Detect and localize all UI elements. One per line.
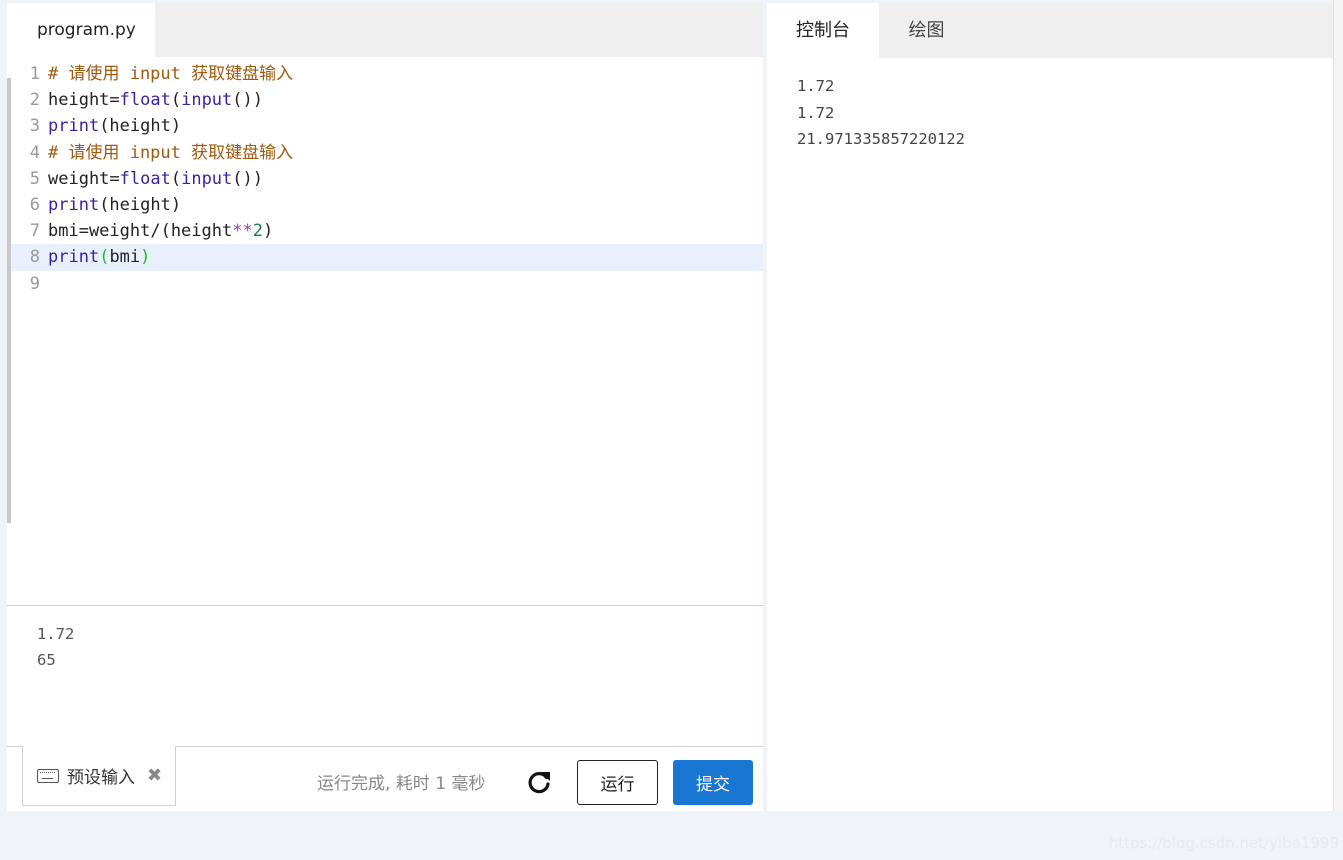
code-token: ) (262, 221, 274, 242)
code-token: print (48, 247, 100, 268)
code-text: height=float(input()) (48, 87, 263, 113)
editor-tabbar: program.py (7, 3, 763, 57)
run-button[interactable]: 运行 (577, 760, 658, 805)
code-text: print(bmi) (48, 244, 150, 270)
line-number: 6 (29, 194, 40, 215)
close-icon[interactable]: ✖ (147, 765, 162, 786)
code-token: ()) (232, 168, 263, 189)
console-line: 21.971335857220122 (797, 130, 965, 148)
line-number: 9 (29, 273, 40, 294)
preset-input-line: 65 (37, 651, 56, 669)
keyboard-icon (37, 768, 59, 783)
tab-drawing[interactable]: 绘图 (879, 3, 974, 58)
code-token: # 请使用 input 获取键盘输入 (48, 142, 294, 163)
refresh-icon[interactable] (525, 768, 553, 796)
code-token: input (181, 168, 233, 189)
page-scrollbar[interactable] (1333, 0, 1343, 811)
code-text: # 请使用 input 获取键盘输入 (48, 140, 293, 166)
code-token: (height) (99, 194, 182, 215)
code-editor[interactable]: 1 # 请使用 input 获取键盘输入 2 height=float(input()… (7, 61, 763, 605)
console-tabbar: 控制台 绘图 (767, 3, 1333, 58)
code-text: bmi=weight/(height**2) (48, 218, 273, 244)
code-token: input (181, 90, 233, 111)
console-output: 1.72 1.72 21.971335857220122 (797, 73, 965, 153)
code-line[interactable]: 3 print(height) (7, 113, 763, 139)
submit-button[interactable]: 提交 (673, 760, 753, 805)
code-token: (height) (99, 116, 182, 137)
code-line[interactable]: 8 print(bmi) (7, 244, 763, 271)
line-number: 1 (29, 64, 40, 84)
line-number: 5 (29, 168, 40, 189)
code-token: # 请使用 input 获取键盘输入 (48, 64, 294, 84)
line-number: 8 (29, 247, 40, 268)
editor-divider (7, 605, 763, 606)
line-number: 4 (29, 142, 40, 163)
code-text: print(height) (48, 192, 181, 218)
preset-tab-label: 预设输入 (67, 768, 135, 788)
code-token: print (48, 194, 100, 215)
code-line[interactable]: 5 weight=float(input()) (7, 166, 763, 192)
code-token: ( (170, 168, 182, 189)
code-line[interactable]: 9 (7, 271, 763, 297)
code-token: ()) (232, 90, 263, 111)
editor-panel: program.py 1 # 请使用 input 获取键盘输入 2 height=fl… (7, 3, 763, 811)
code-line[interactable]: 7 bmi=weight/(height**2) (7, 218, 763, 244)
code-token: float (119, 168, 171, 189)
code-line[interactable]: 4 # 请使用 input 获取键盘输入 (7, 140, 763, 166)
code-text: # 请使用 input 获取键盘输入 (48, 61, 293, 87)
line-number: 2 (29, 90, 40, 111)
code-line[interactable]: 6 print(height) (7, 192, 763, 218)
code-token: bmi=weight/(height (48, 221, 233, 242)
editor-scrollbar[interactable] (7, 78, 11, 523)
code-token: ( (170, 90, 182, 111)
preset-input-line: 1.72 (37, 625, 75, 643)
console-line: 1.72 (797, 103, 835, 122)
tab-console[interactable]: 控制台 (767, 3, 879, 58)
code-token: ( (99, 247, 110, 268)
tab-preset-input[interactable]: 预设输入 ✖ (22, 746, 176, 806)
code-token: weight= (48, 168, 120, 189)
watermark: https://blog.csdn.net/yiba1999 (1108, 834, 1339, 852)
preset-input-area[interactable]: 1.72 65 (7, 621, 763, 741)
line-number: 7 (29, 221, 40, 242)
code-token: print (48, 116, 100, 137)
line-number: 3 (29, 116, 40, 137)
code-line[interactable]: 1 # 请使用 input 获取键盘输入 (7, 61, 763, 87)
code-line[interactable]: 2 height=float(input()) (7, 87, 763, 113)
code-token: ) (140, 247, 151, 268)
console-panel: 控制台 绘图 1.72 1.72 21.971335857220122 (767, 3, 1333, 811)
console-line: 1.72 (797, 77, 835, 95)
code-token: bmi (109, 247, 141, 268)
code-token: 2 (252, 221, 263, 242)
code-token: ** (232, 221, 253, 242)
run-status: 运行完成, 耗时 1 毫秒 (317, 774, 486, 794)
code-text: print(height) (48, 113, 181, 139)
bottom-toolbar: 预设输入 ✖ 运行完成, 耗时 1 毫秒 运行 提交 (7, 746, 763, 811)
file-tab-program[interactable]: program.py (7, 3, 155, 57)
code-token: height= (48, 90, 120, 111)
code-text: weight=float(input()) (48, 166, 263, 192)
code-token: float (119, 90, 171, 111)
